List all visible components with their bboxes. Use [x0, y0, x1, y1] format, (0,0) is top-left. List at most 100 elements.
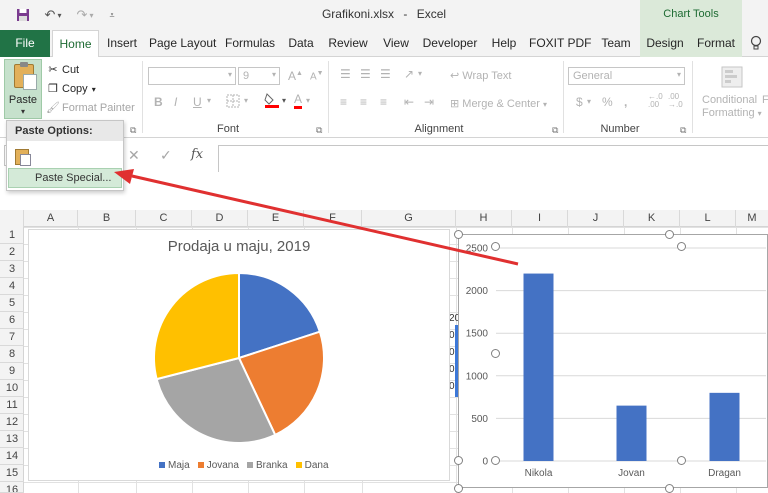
- conditional-formatting-label-1[interactable]: Conditional: [702, 94, 757, 106]
- font-color-button[interactable]: A: [294, 92, 303, 109]
- format-painter-button[interactable]: 🖌 Format Painter: [46, 99, 135, 117]
- bottom-align-icon[interactable]: ☰: [380, 67, 391, 81]
- tab-design[interactable]: Design: [640, 30, 690, 57]
- borders-dropdown-icon[interactable]: ▾: [244, 96, 248, 105]
- decrease-decimal-icon[interactable]: .00 →.0: [668, 93, 683, 109]
- row-header-9[interactable]: 9: [0, 363, 24, 380]
- chart-resize-handle[interactable]: [665, 484, 674, 493]
- font-size-combo[interactable]: 9 ▾: [238, 67, 280, 85]
- undo-icon[interactable]: ↶ ▾: [40, 6, 66, 24]
- align-left-icon[interactable]: ≡: [340, 95, 347, 109]
- paste-button[interactable]: Paste ▾: [4, 59, 42, 119]
- customize-qat-icon[interactable]: ⩡: [106, 6, 118, 24]
- align-center-icon[interactable]: ≡: [360, 95, 367, 109]
- row-header-3[interactable]: 3: [0, 261, 24, 278]
- align-right-icon[interactable]: ≡: [380, 95, 387, 109]
- row-header-15[interactable]: 15: [0, 465, 24, 482]
- cut-button[interactable]: ✂ Cut: [46, 61, 79, 79]
- column-header-b[interactable]: B: [78, 210, 136, 227]
- plot-area-handle[interactable]: [491, 242, 500, 251]
- underline-dropdown-icon[interactable]: ▾: [207, 96, 211, 105]
- chart-resize-handle[interactable]: [665, 230, 674, 239]
- column-header-e[interactable]: E: [248, 210, 304, 227]
- plot-area-handle[interactable]: [491, 456, 500, 465]
- bar-dragan[interactable]: [709, 392, 740, 461]
- chart-resize-handle[interactable]: [454, 456, 463, 465]
- plot-area-handle[interactable]: [677, 456, 686, 465]
- bar-chart[interactable]: 0 500 1000 1500 2000 2500 Nikola Jovan Dragan: [458, 234, 768, 488]
- tab-developer[interactable]: Developer: [422, 30, 478, 57]
- top-align-icon[interactable]: ☰: [340, 67, 351, 81]
- cancel-icon[interactable]: ✕: [128, 147, 140, 164]
- enter-icon[interactable]: ✓: [160, 147, 172, 164]
- column-header-c[interactable]: C: [136, 210, 192, 227]
- column-header-h[interactable]: H: [456, 210, 512, 227]
- increase-indent-icon[interactable]: ⇥: [424, 95, 434, 109]
- chart-resize-handle[interactable]: [454, 230, 463, 239]
- borders-button[interactable]: [226, 94, 240, 111]
- paste-icon[interactable]: [15, 147, 31, 166]
- underline-button[interactable]: U: [193, 95, 202, 109]
- row-header-12[interactable]: 12: [0, 414, 24, 431]
- row-header-6[interactable]: 6: [0, 312, 24, 329]
- redo-icon[interactable]: ↷ ▾: [72, 6, 98, 24]
- tab-help[interactable]: Help: [487, 30, 521, 57]
- middle-align-icon[interactable]: ☰: [360, 67, 371, 81]
- paste-dropdown-arrow-icon[interactable]: ▾: [5, 107, 41, 116]
- number-format-combo[interactable]: General ▾: [568, 67, 685, 85]
- bar-nikola[interactable]: [523, 273, 554, 461]
- row-header-14[interactable]: 14: [0, 448, 24, 465]
- insert-function-icon[interactable]: fx: [191, 147, 203, 162]
- orientation-dropdown-icon[interactable]: ▾: [418, 69, 422, 78]
- chart-resize-handle[interactable]: [454, 484, 463, 493]
- tab-view[interactable]: View: [378, 30, 414, 57]
- merge-center-button[interactable]: ⊞ Merge & Center ▾: [450, 97, 547, 110]
- select-all-corner[interactable]: [0, 210, 24, 227]
- font-launcher-icon[interactable]: ⧉: [316, 125, 322, 136]
- fill-color-dropdown-icon[interactable]: ▾: [282, 96, 286, 105]
- decrease-indent-icon[interactable]: ⇤: [404, 95, 414, 109]
- row-header-10[interactable]: 10: [0, 380, 24, 397]
- clipboard-launcher-icon[interactable]: ⧉: [130, 125, 136, 136]
- plot-area-handle[interactable]: [677, 242, 686, 251]
- row-header-11[interactable]: 11: [0, 397, 24, 414]
- row-header-1[interactable]: 1: [0, 227, 24, 244]
- wrap-text-button[interactable]: ↩ Wrap Text: [450, 69, 511, 82]
- tell-me-lightbulb-icon[interactable]: [750, 35, 762, 54]
- row-header-13[interactable]: 13: [0, 431, 24, 448]
- currency-button[interactable]: $: [576, 95, 583, 109]
- column-header-g[interactable]: G: [362, 210, 456, 227]
- tab-data[interactable]: Data: [284, 30, 318, 57]
- format-as-table-cutoff[interactable]: F: [762, 94, 768, 106]
- orientation-icon[interactable]: ↗: [404, 67, 414, 81]
- column-header-m[interactable]: M: [736, 210, 768, 227]
- paste-special-item[interactable]: Paste Special...: [8, 168, 122, 188]
- column-header-a[interactable]: A: [24, 210, 78, 227]
- increase-decimal-icon[interactable]: ←.0.00: [648, 93, 663, 109]
- column-header-f[interactable]: F: [304, 210, 362, 227]
- row-header-5[interactable]: 5: [0, 295, 24, 312]
- row-header-16[interactable]: 16: [0, 482, 24, 493]
- tab-file[interactable]: File: [0, 30, 50, 57]
- tab-page-layout[interactable]: Page Layout: [149, 30, 216, 57]
- row-header-8[interactable]: 8: [0, 346, 24, 363]
- italic-button[interactable]: I: [174, 95, 177, 109]
- alignment-launcher-icon[interactable]: ⧉: [552, 125, 558, 136]
- column-header-i[interactable]: I: [512, 210, 568, 227]
- tab-insert[interactable]: Insert: [103, 30, 141, 57]
- column-header-j[interactable]: J: [568, 210, 624, 227]
- shrink-font-button[interactable]: A▼: [310, 70, 324, 82]
- comma-button[interactable]: ,: [624, 95, 627, 109]
- fill-color-button[interactable]: [264, 91, 280, 112]
- tab-team[interactable]: Team: [597, 30, 635, 57]
- tab-format[interactable]: Format: [690, 30, 742, 57]
- bold-button[interactable]: B: [154, 95, 163, 109]
- pie-chart[interactable]: Prodaja u maju, 2019 Maja Jovana Branka …: [28, 229, 450, 481]
- conditional-formatting-label-2[interactable]: Formatting ▾: [702, 107, 762, 119]
- tab-foxit-pdf[interactable]: FOXIT PDF: [529, 30, 591, 57]
- number-launcher-icon[interactable]: ⧉: [680, 125, 686, 136]
- row-header-7[interactable]: 7: [0, 329, 24, 346]
- currency-dropdown-icon[interactable]: ▾: [587, 97, 591, 106]
- tab-home[interactable]: Home: [52, 30, 99, 58]
- grow-font-button[interactable]: A▲: [288, 69, 303, 83]
